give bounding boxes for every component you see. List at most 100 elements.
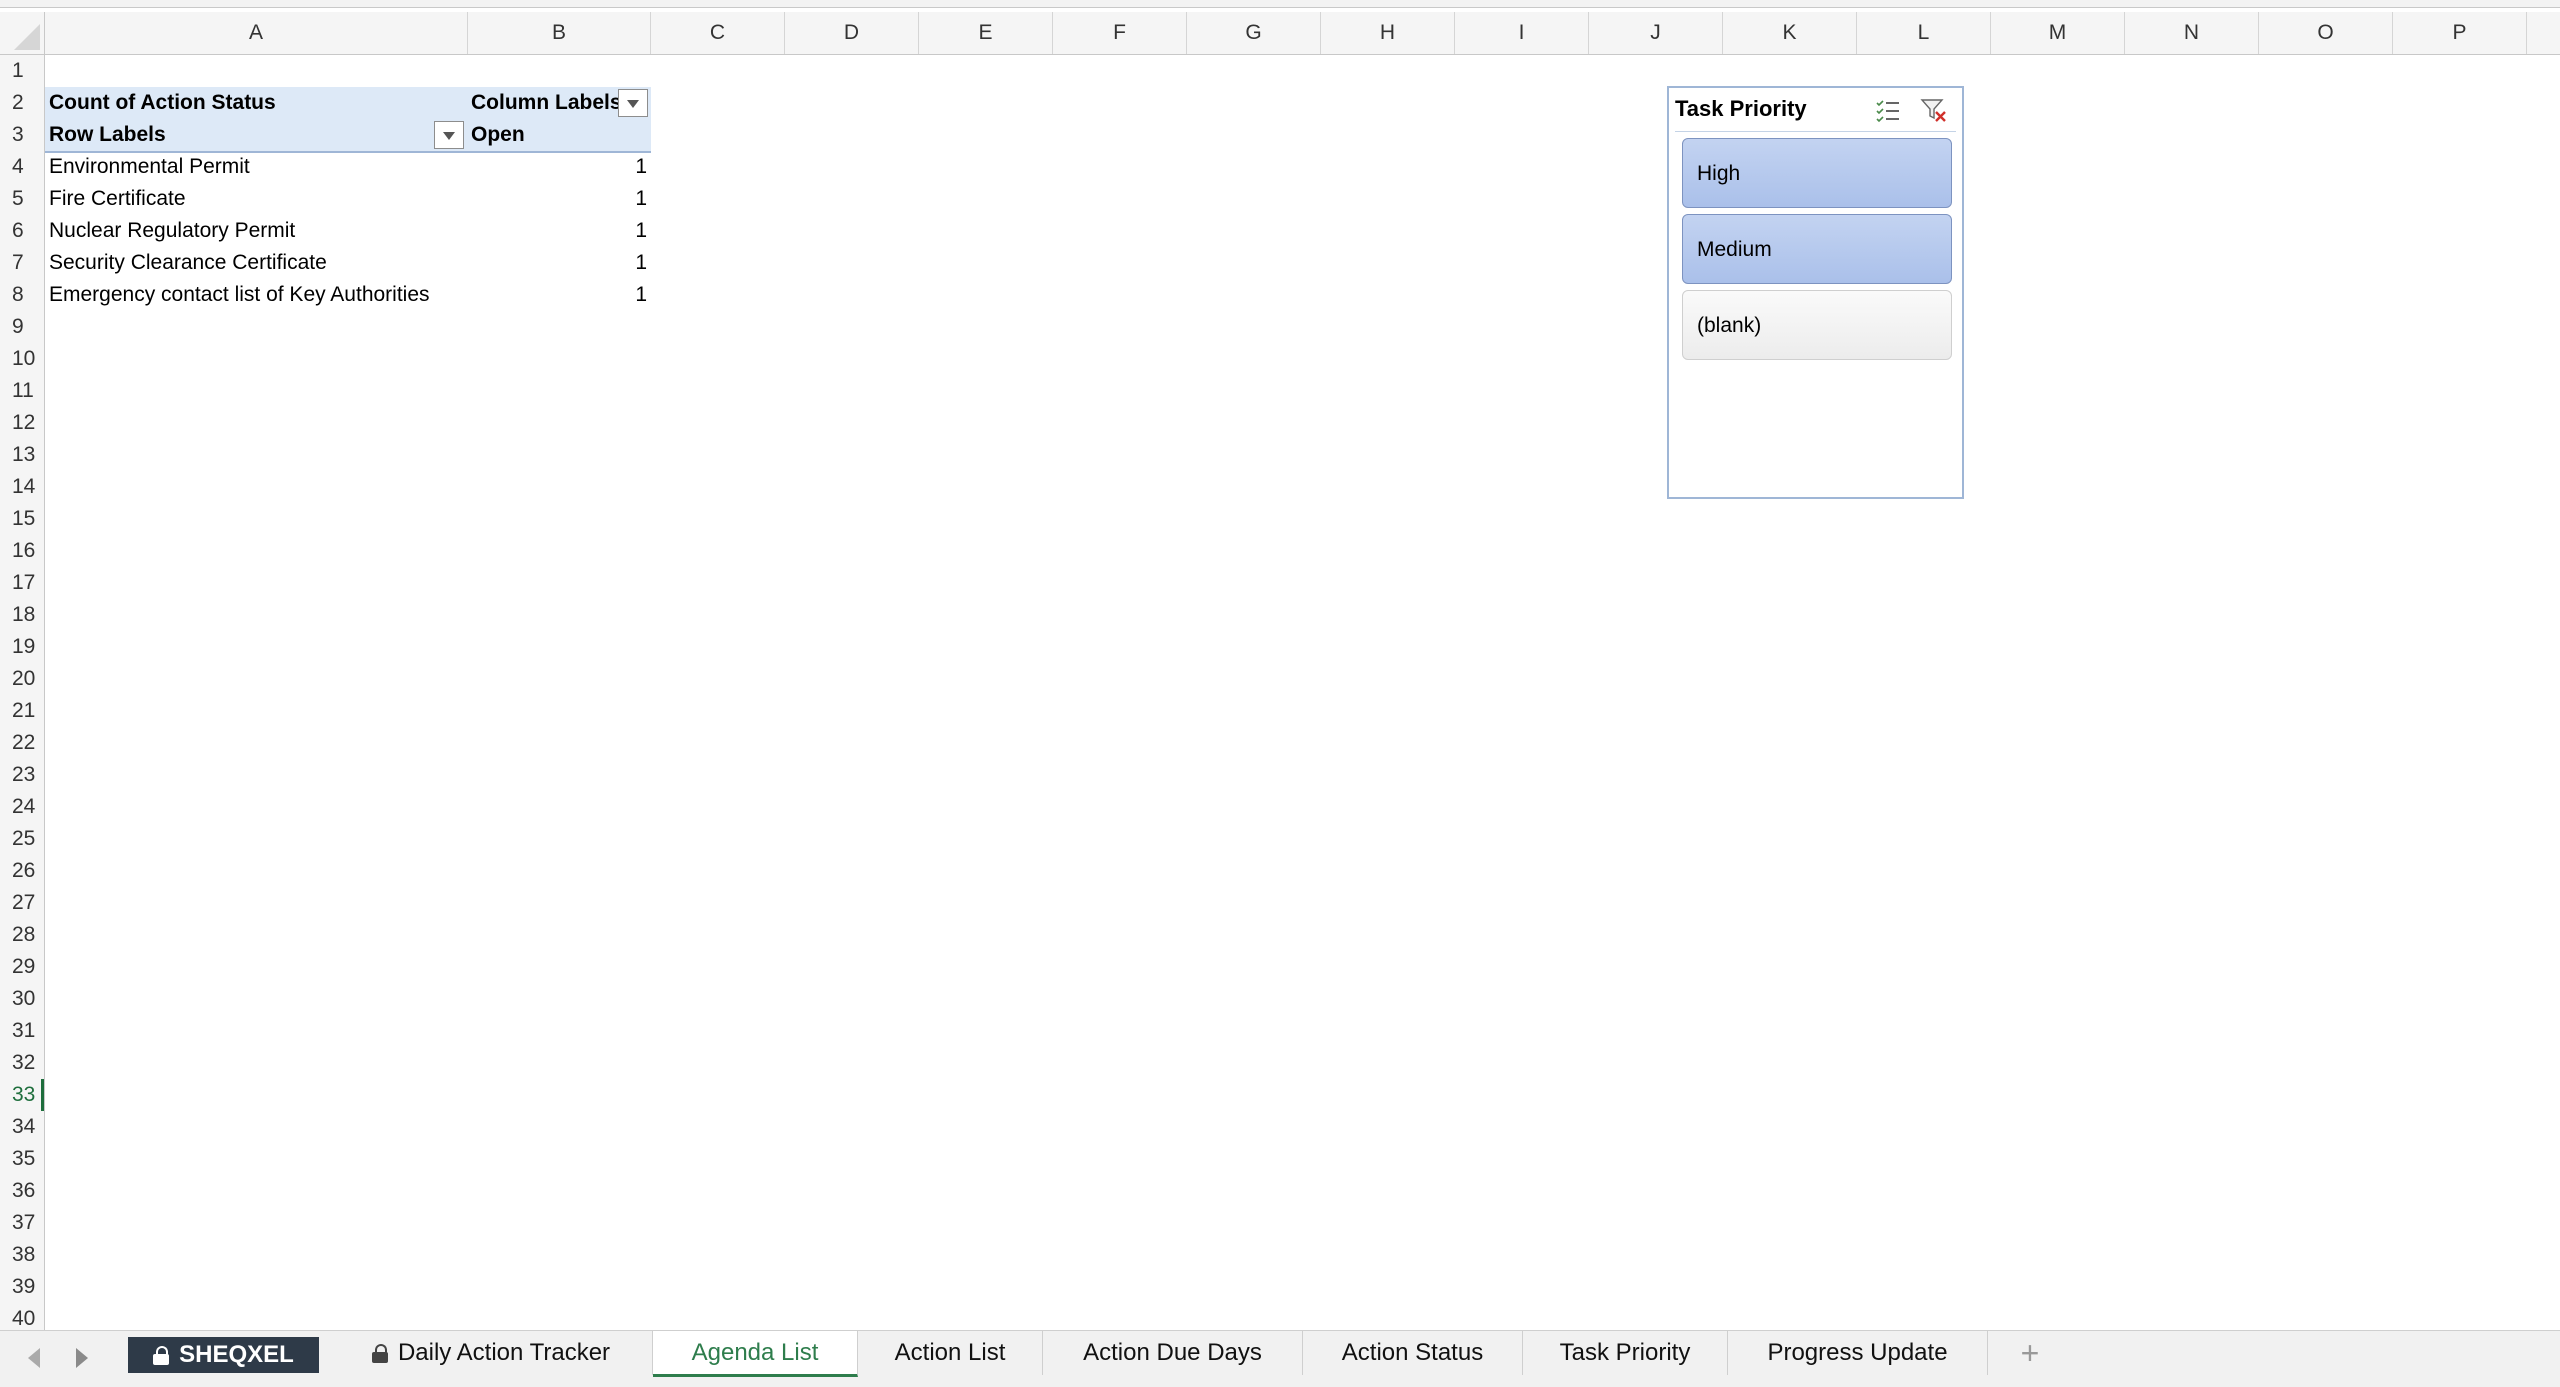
active-row-indicator bbox=[41, 1079, 44, 1111]
pivot-row-value[interactable]: 1 bbox=[471, 183, 647, 215]
row-header-20[interactable]: 20 bbox=[0, 663, 44, 695]
column-header-g[interactable]: G bbox=[1187, 12, 1321, 54]
pivot-row-label[interactable]: Nuclear Regulatory Permit bbox=[49, 215, 295, 247]
row-header-34[interactable]: 34 bbox=[0, 1111, 44, 1143]
tab-label: Task Priority bbox=[1559, 1339, 1691, 1366]
pivot-column-value[interactable]: Open bbox=[471, 119, 525, 151]
row-header-24[interactable]: 24 bbox=[0, 791, 44, 823]
column-header-i[interactable]: I bbox=[1455, 12, 1589, 54]
column-header-m[interactable]: M bbox=[1991, 12, 2125, 54]
pivot-row-label[interactable]: Security Clearance Certificate bbox=[49, 247, 327, 279]
column-header-h[interactable]: H bbox=[1321, 12, 1455, 54]
row-header-18[interactable]: 18 bbox=[0, 599, 44, 631]
row-header-26[interactable]: 26 bbox=[0, 855, 44, 887]
row-header-32[interactable]: 32 bbox=[0, 1047, 44, 1079]
row-header-12[interactable]: 12 bbox=[0, 407, 44, 439]
row-header-31[interactable]: 31 bbox=[0, 1015, 44, 1047]
row-header-21[interactable]: 21 bbox=[0, 695, 44, 727]
slicer-item-high[interactable]: High bbox=[1682, 138, 1952, 208]
column-header-f[interactable]: F bbox=[1053, 12, 1187, 54]
row-header-17[interactable]: 17 bbox=[0, 567, 44, 599]
row-header-38[interactable]: 38 bbox=[0, 1239, 44, 1271]
clear-filter-icon[interactable] bbox=[1919, 96, 1949, 124]
pivot-row-labels[interactable]: Row Labels bbox=[49, 119, 166, 151]
column-header-a[interactable]: A bbox=[45, 12, 468, 54]
pivot-row-value[interactable]: 1 bbox=[471, 215, 647, 247]
row-header-23[interactable]: 23 bbox=[0, 759, 44, 791]
tab-sheqxel[interactable]: SHEQXEL bbox=[128, 1337, 319, 1373]
multi-select-icon[interactable] bbox=[1873, 96, 1903, 124]
row-header-36[interactable]: 36 bbox=[0, 1175, 44, 1207]
row-header-33[interactable]: 33 bbox=[0, 1079, 44, 1111]
tab-label: Action Status bbox=[1341, 1339, 1484, 1366]
column-header-o[interactable]: O bbox=[2259, 12, 2393, 54]
row-header-14[interactable]: 14 bbox=[0, 471, 44, 503]
tab-action-status[interactable]: Action Status bbox=[1303, 1331, 1523, 1375]
formula-bar-edge bbox=[0, 0, 2560, 8]
row-header-27[interactable]: 27 bbox=[0, 887, 44, 919]
row-header-6[interactable]: 6 bbox=[0, 215, 44, 247]
row-header-8[interactable]: 8 bbox=[0, 279, 44, 311]
previous-sheet-arrow-icon[interactable] bbox=[24, 1345, 46, 1368]
pivot-value-field[interactable]: Count of Action Status bbox=[49, 87, 276, 119]
slicer-item-medium[interactable]: Medium bbox=[1682, 214, 1952, 284]
row-header-15[interactable]: 15 bbox=[0, 503, 44, 535]
pivot-row-value[interactable]: 1 bbox=[471, 247, 647, 279]
pivot-row-label[interactable]: Fire Certificate bbox=[49, 183, 186, 215]
column-header-e[interactable]: E bbox=[919, 12, 1053, 54]
column-header-b[interactable]: B bbox=[468, 12, 651, 54]
slicer-divider bbox=[1675, 131, 1956, 132]
column-header-j[interactable]: J bbox=[1589, 12, 1723, 54]
pivot-column-labels[interactable]: Column Labels bbox=[471, 87, 622, 119]
row-header-16[interactable]: 16 bbox=[0, 535, 44, 567]
row-header-19[interactable]: 19 bbox=[0, 631, 44, 663]
row-header-37[interactable]: 37 bbox=[0, 1207, 44, 1239]
tab-agenda-list[interactable]: Agenda List bbox=[653, 1331, 858, 1377]
row-header-29[interactable]: 29 bbox=[0, 951, 44, 983]
tab-label: Daily Action Tracker bbox=[397, 1339, 611, 1366]
row-header-7[interactable]: 7 bbox=[0, 247, 44, 279]
tab-daily-action-tracker[interactable]: Daily Action Tracker bbox=[330, 1331, 653, 1375]
row-header-9[interactable]: 9 bbox=[0, 311, 44, 343]
tab-action-due-days[interactable]: Action Due Days bbox=[1043, 1331, 1303, 1375]
next-sheet-arrow-icon[interactable] bbox=[70, 1345, 92, 1368]
column-header-d[interactable]: D bbox=[785, 12, 919, 54]
sheet-tab-bar: SHEQXEL Daily Action Tracker Agenda List… bbox=[0, 1330, 2560, 1387]
add-sheet-button[interactable]: + bbox=[2003, 1335, 2057, 1371]
column-header-bar: A B C D E F G H I J K L M N O P bbox=[0, 12, 2560, 55]
tab-label: Action List bbox=[894, 1339, 1006, 1366]
tab-progress-update[interactable]: Progress Update bbox=[1728, 1331, 1988, 1375]
column-header-n[interactable]: N bbox=[2125, 12, 2259, 54]
column-header-k[interactable]: K bbox=[1723, 12, 1857, 54]
row-header-35[interactable]: 35 bbox=[0, 1143, 44, 1175]
row-header-2[interactable]: 2 bbox=[0, 87, 44, 119]
row-header-30[interactable]: 30 bbox=[0, 983, 44, 1015]
pivot-row-value[interactable]: 1 bbox=[471, 151, 647, 183]
column-header-p[interactable]: P bbox=[2393, 12, 2527, 54]
column-header-l[interactable]: L bbox=[1857, 12, 1991, 54]
row-header-10[interactable]: 10 bbox=[0, 343, 44, 375]
task-priority-slicer[interactable]: Task Priority High Medium (blank) bbox=[1667, 86, 1964, 499]
lock-icon bbox=[371, 1344, 388, 1363]
slicer-item-blank[interactable]: (blank) bbox=[1682, 290, 1952, 360]
worksheet-grid[interactable]: Count of Action Status Column Labels Row… bbox=[45, 55, 2560, 1330]
row-header-13[interactable]: 13 bbox=[0, 439, 44, 471]
row-header-22[interactable]: 22 bbox=[0, 727, 44, 759]
pivot-row-label[interactable]: Environmental Permit bbox=[49, 151, 250, 183]
row-header-39[interactable]: 39 bbox=[0, 1271, 44, 1303]
select-all-corner[interactable] bbox=[0, 12, 45, 54]
tab-task-priority[interactable]: Task Priority bbox=[1523, 1331, 1728, 1375]
column-labels-filter-button[interactable] bbox=[618, 89, 648, 117]
tab-action-list[interactable]: Action List bbox=[858, 1331, 1043, 1375]
row-header-11[interactable]: 11 bbox=[0, 375, 44, 407]
row-header-3[interactable]: 3 bbox=[0, 119, 44, 151]
row-header-1[interactable]: 1 bbox=[0, 55, 44, 87]
row-header-5[interactable]: 5 bbox=[0, 183, 44, 215]
column-header-c[interactable]: C bbox=[651, 12, 785, 54]
row-header-4[interactable]: 4 bbox=[0, 151, 44, 183]
pivot-row-value[interactable]: 1 bbox=[471, 279, 647, 311]
row-labels-filter-button[interactable] bbox=[434, 121, 464, 149]
row-header-25[interactable]: 25 bbox=[0, 823, 44, 855]
row-header-28[interactable]: 28 bbox=[0, 919, 44, 951]
pivot-row-label[interactable]: Emergency contact list of Key Authoritie… bbox=[49, 279, 430, 311]
